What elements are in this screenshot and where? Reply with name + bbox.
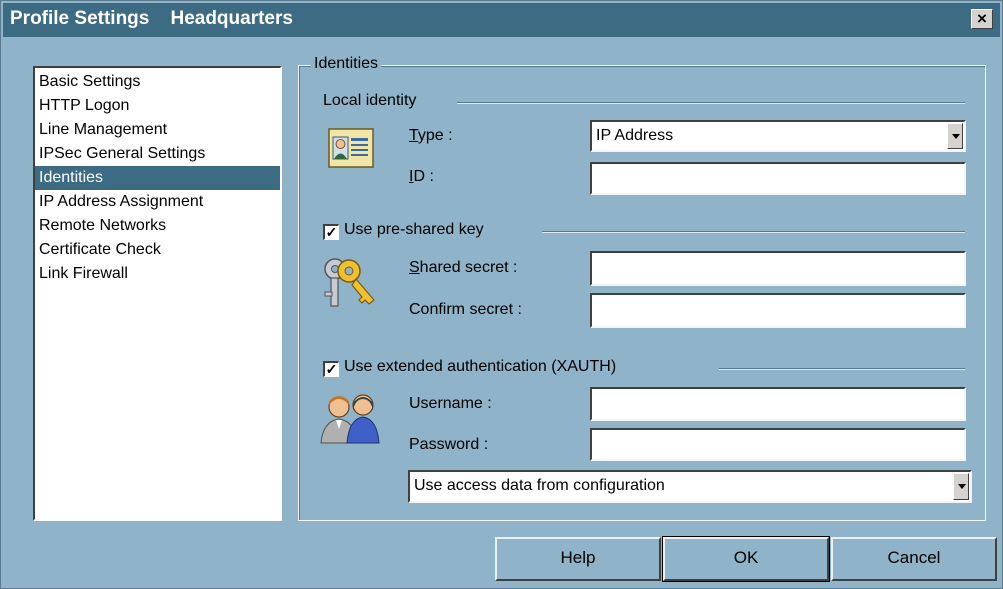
shared-secret-mnemonic: S [409,259,420,276]
nav-item-line-management[interactable]: Line Management [35,118,280,142]
confirm-secret-field[interactable] [590,293,966,328]
password-label: Password : [409,436,488,454]
nav-item-basic-settings[interactable]: Basic Settings [35,70,280,94]
use-preshared-key-label[interactable]: Use pre-shared key [344,221,484,239]
access-data-dropdown[interactable]: Use access data from configuration [408,470,972,503]
use-xauth-checkbox[interactable]: ✓ [323,361,339,377]
shared-secret-text: hared secret : [419,259,518,276]
access-data-dropdown-value: Use access data from configuration [414,477,665,494]
type-dropdown[interactable]: IP Address [590,120,966,152]
identities-group-title: Identities [311,55,382,73]
window-title: Profile Settings Headquarters [10,8,293,29]
help-button-label: Help [560,548,596,567]
local-identity-heading: Local identity [323,92,417,109]
type-label-text: ype : [417,127,453,144]
cancel-button-label: Cancel [887,548,941,567]
password-text: Password : [409,436,489,453]
nav-item-http-logon[interactable]: HTTP Logon [35,94,280,118]
nav-item-ip-address-assignment[interactable]: IP Address Assignment [35,190,280,214]
help-button[interactable]: Help [495,537,661,581]
shared-secret-label: Shared secret : [409,259,518,277]
nav-item-identities[interactable]: Identities [35,166,280,190]
type-label: Type : [409,127,453,145]
title-bar[interactable]: Profile Settings Headquarters × [3,3,1000,37]
nav-item-ipsec-general-settings[interactable]: IPSec General Settings [35,142,280,166]
shared-secret-field[interactable] [590,251,966,286]
preshared-separator [542,231,965,233]
use-xauth-label[interactable]: Use extended authentication (XAUTH) [344,358,616,376]
type-dropdown-value: IP Address [596,127,674,144]
username-field[interactable] [590,387,966,421]
nav-item-link-firewall[interactable]: Link Firewall [35,262,280,286]
confirm-secret-label: Confirm secret : [409,301,522,319]
profile-settings-window: Profile Settings Headquarters × Basic Se… [0,0,1003,589]
username-text: Username : [409,395,492,412]
chevron-down-icon[interactable] [953,473,969,500]
id-label: ID : [409,168,434,186]
confirm-secret-text: Confirm secret : [409,301,522,318]
ok-button[interactable]: OK [662,536,830,582]
close-icon: × [977,9,987,28]
ok-button-label: OK [733,548,759,567]
use-preshared-key-checkbox[interactable]: ✓ [323,224,339,240]
users-icon [320,394,380,444]
settings-category-list[interactable]: Basic Settings HTTP Logon Line Managemen… [33,66,282,521]
nav-item-remote-networks[interactable]: Remote Networks [35,214,280,238]
use-preshared-key-text: Use pre-shared key [344,221,484,238]
close-button[interactable]: × [971,9,993,29]
nav-item-certificate-check[interactable]: Certificate Check [35,238,280,262]
id-card-icon [328,128,374,168]
id-label-text: D : [413,168,434,185]
local-identity-separator [457,102,965,104]
chevron-down-icon[interactable] [947,123,963,149]
type-label-mnemonic: T [409,127,418,144]
password-field[interactable] [590,428,966,461]
username-label: Username : [409,395,492,413]
id-field[interactable] [590,162,966,195]
cancel-button[interactable]: Cancel [831,537,997,581]
keys-icon [324,258,375,307]
xauth-separator [719,368,965,370]
